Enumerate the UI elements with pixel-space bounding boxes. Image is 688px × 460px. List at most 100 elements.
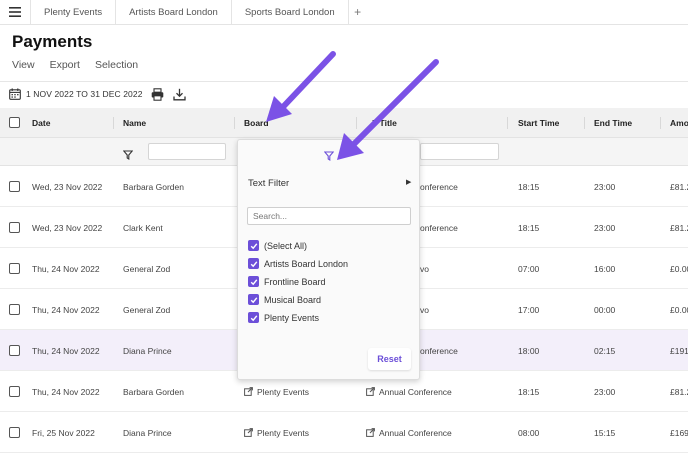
cell-amount: £0.00: [670, 289, 688, 330]
column-separator[interactable]: [356, 117, 357, 129]
reset-button[interactable]: Reset: [368, 348, 411, 370]
column-separator[interactable]: [507, 117, 508, 129]
filter-tab[interactable]: [323, 148, 335, 166]
checkmark-icon[interactable]: [248, 276, 259, 287]
cell-date: Thu, 24 Nov 2022: [32, 248, 100, 289]
filter-search-input[interactable]: Search...: [247, 207, 411, 225]
menu-item-view[interactable]: View: [12, 59, 35, 71]
cell-amount: £81.2: [670, 166, 688, 207]
tab-sports-board-london[interactable]: Sports Board London: [232, 0, 349, 24]
table-row[interactable]: Fri, 25 Nov 2022 Diana Prince Plenty Event…: [0, 412, 688, 453]
filter-search-placeholder: Search...: [253, 211, 288, 221]
menu-item-selection[interactable]: Selection: [95, 59, 138, 71]
cell-end-time: 23:00: [594, 371, 615, 412]
column-header-start-time[interactable]: Start Time: [518, 108, 559, 138]
download-icon: [173, 88, 186, 101]
column-header-date[interactable]: Date: [32, 108, 50, 138]
filter-icon: [122, 150, 134, 160]
cell-date-text: Wed, 23 Nov 2022: [32, 181, 103, 192]
cell-job-title: vo: [420, 248, 429, 289]
tab-label: Sports Board London: [244, 6, 335, 18]
column-separator[interactable]: [113, 117, 114, 129]
print-button[interactable]: [151, 88, 164, 106]
row-checkbox[interactable]: [9, 222, 20, 233]
cell-name-text: General Zod: [123, 304, 171, 315]
cell-name-text: Barbara Gorden: [123, 386, 184, 397]
name-filter-input[interactable]: [148, 143, 226, 160]
cell-date-text: Thu, 24 Nov 2022: [32, 386, 100, 397]
external-link-icon: [366, 387, 375, 396]
cell-start-time-text: 18:15: [518, 181, 540, 192]
tab-plenty-events[interactable]: Plenty Events: [31, 0, 117, 24]
add-tab-button[interactable]: +: [349, 0, 367, 24]
cell-amount-text: £81.2: [670, 181, 688, 192]
row-checkbox[interactable]: [9, 427, 20, 438]
column-header-amount[interactable]: Amo: [670, 108, 688, 138]
filter-option-musical-board[interactable]: Musical Board: [248, 294, 321, 305]
column-separator[interactable]: [660, 117, 661, 129]
cell-start-time: 07:00: [518, 248, 539, 289]
cell-end-time: 02:15: [594, 330, 615, 371]
grid-header: Date Name Board b Title Start Time End T…: [0, 108, 688, 138]
tab-artists-board-london[interactable]: Artists Board London: [116, 0, 232, 24]
text-filter-menu-item[interactable]: Text Filter: [248, 178, 289, 189]
page-menu: View Export Selection: [12, 59, 138, 71]
cell-end-time-text: 23:00: [594, 386, 616, 397]
cell-start-time-text: 18:00: [518, 345, 540, 356]
checkmark-icon[interactable]: [248, 312, 259, 323]
cell-name: General Zod: [123, 289, 170, 330]
checkmark-icon[interactable]: [248, 294, 259, 305]
cell-board[interactable]: Plenty Events: [244, 412, 309, 453]
cell-date: Thu, 24 Nov 2022: [32, 289, 100, 330]
row-checkbox[interactable]: [9, 181, 20, 192]
date-range-picker[interactable]: 1 NOV 2022 TO 31 DEC 2022: [9, 88, 143, 100]
cell-start-time-text: 07:00: [518, 263, 540, 274]
column-separator[interactable]: [584, 117, 585, 129]
row-checkbox[interactable]: [9, 263, 20, 274]
column-header-name[interactable]: Name: [123, 108, 146, 138]
cell-end-time-text: 02:15: [594, 345, 616, 356]
checkmark-icon[interactable]: [248, 258, 259, 269]
row-checkbox[interactable]: [9, 345, 20, 356]
column-header-job-title[interactable]: b Title: [372, 108, 397, 138]
filter-icon: [323, 151, 335, 161]
cell-board-text: Plenty Events: [257, 427, 309, 438]
row-checkbox[interactable]: [9, 304, 20, 315]
filter-option-select-all[interactable]: (Select All): [248, 240, 307, 251]
cell-amount: £81.2: [670, 371, 688, 412]
print-icon: [151, 88, 164, 101]
column-separator[interactable]: [234, 117, 235, 129]
reset-label: Reset: [377, 354, 402, 364]
row-checkbox[interactable]: [9, 386, 20, 397]
hamburger-icon[interactable]: [0, 0, 31, 24]
filter-option-plenty-events[interactable]: Plenty Events: [248, 312, 319, 323]
column-header-board[interactable]: Board: [244, 108, 269, 138]
checkmark-icon[interactable]: [248, 240, 259, 251]
filter-option-label: Plenty Events: [264, 312, 320, 323]
tab-label: Plenty Events: [44, 6, 103, 18]
cell-name-text: Barbara Gorden: [123, 181, 184, 192]
cell-name: Clark Kent: [123, 207, 163, 248]
cell-job-title-text: onference: [420, 345, 458, 356]
filter-button[interactable]: [122, 147, 134, 165]
download-button[interactable]: [173, 88, 186, 106]
cell-start-time-text: 18:15: [518, 386, 540, 397]
cell-name-text: Clark Kent: [123, 222, 163, 233]
menu-item-export[interactable]: Export: [50, 59, 80, 71]
filter-option-frontline-board[interactable]: Frontline Board: [248, 276, 326, 287]
cell-start-time: 18:15: [518, 166, 539, 207]
cell-start-time-text: 18:15: [518, 222, 540, 233]
cell-end-time-text: 23:00: [594, 222, 616, 233]
cell-job-title: vo: [420, 289, 429, 330]
column-header-end-time[interactable]: End Time: [594, 108, 632, 138]
job-title-filter-input[interactable]: [420, 143, 499, 160]
filter-option-artists-board-london[interactable]: Artists Board London: [248, 258, 348, 269]
cell-amount: £0.00: [670, 248, 688, 289]
cell-job-title-text: vo: [420, 263, 429, 274]
cell-name-text: General Zod: [123, 263, 171, 274]
cell-name: General Zod: [123, 248, 170, 289]
filter-option-label: Frontline Board: [264, 276, 326, 287]
cell-date-text: Thu, 24 Nov 2022: [32, 304, 100, 315]
cell-job-title[interactable]: Annual Conference: [366, 412, 452, 453]
select-all-checkbox[interactable]: [9, 117, 20, 128]
